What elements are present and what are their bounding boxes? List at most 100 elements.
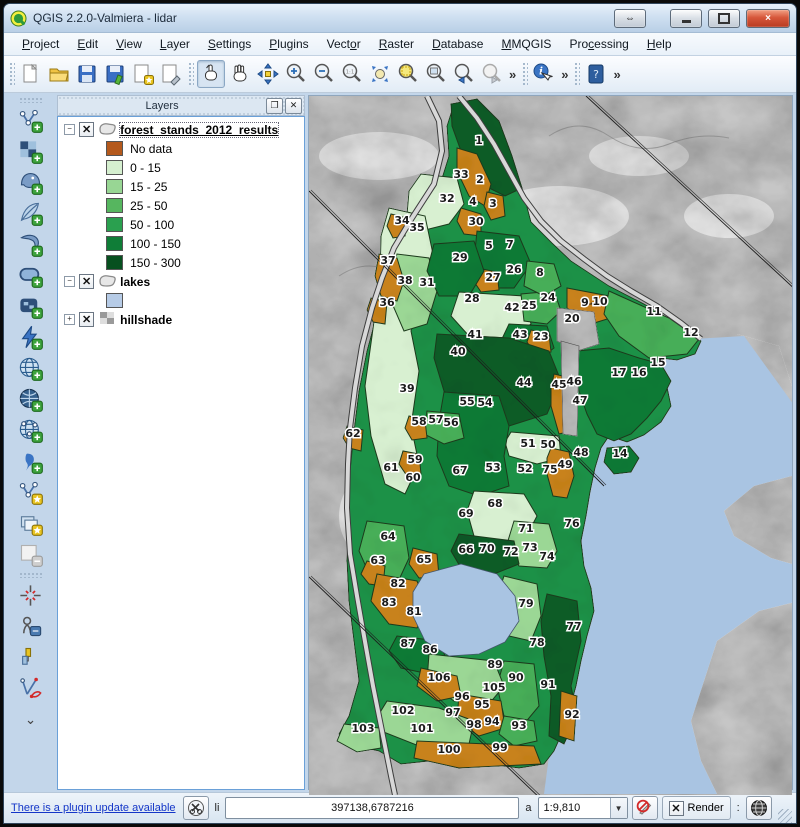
toolbar-grip[interactable] [521,61,528,87]
maximize-button[interactable] [708,9,740,28]
menu-item-raster[interactable]: Raster [371,35,422,53]
layers-panel: Layers ❐ ✕ −✕forest_stands_2012_resultsN… [57,95,305,790]
layer-expander[interactable]: − [64,124,75,135]
menu-item-project[interactable]: Project [14,35,67,53]
add-oracle-layer-icon[interactable] [16,260,46,290]
add-mssql-layer-icon[interactable] [16,229,46,259]
zoom-to-selection-icon[interactable] [395,61,421,87]
open-project-icon[interactable] [46,61,72,87]
add-delimited-text-layer-icon[interactable] [16,446,46,476]
stand-label-38: 38 [397,274,412,287]
layer-visibility-checkbox[interactable]: ✕ [79,122,94,137]
zoom-to-layer-icon[interactable] [423,61,449,87]
identify-features-icon[interactable]: i [531,61,557,87]
crosshair-tool-icon[interactable] [16,580,46,610]
layers-tree[interactable]: −✕forest_stands_2012_resultsNo data0 - 1… [57,116,305,790]
layer-row-hillshade[interactable]: + ✕ hillshade [62,310,304,329]
toolbar-grip[interactable] [573,61,580,87]
add-wms-layer-icon[interactable] [16,353,46,383]
render-checkbox[interactable]: ✕ [669,801,684,816]
zoom-last-icon[interactable] [451,61,477,87]
crs-status-button[interactable] [746,796,772,820]
toolbar-grip[interactable] [18,571,44,578]
layer-name[interactable]: hillshade [120,313,172,327]
render-toggle[interactable]: ✕ Render [662,796,731,820]
add-db2-layer-icon[interactable] [16,291,46,321]
overflow-icon[interactable]: » [558,67,571,82]
layers-panel-title: Layers [58,100,266,112]
help-contents-icon[interactable]: ? [583,61,609,87]
menu-item-processing[interactable]: Processing [561,35,636,53]
toolbar-grip[interactable] [187,61,194,87]
minimize-button[interactable] [670,9,702,28]
zoom-next-icon[interactable] [479,61,505,87]
layer-name[interactable]: lakes [120,275,150,289]
menu-item-view[interactable]: View [108,35,150,53]
layer-name[interactable]: forest_stands_2012_results [120,123,278,137]
pan-to-selection-icon[interactable] [255,61,281,87]
add-raster-layer-icon[interactable] [16,136,46,166]
layers-panel-header[interactable]: Layers ❐ ✕ [57,95,305,116]
add-wfs-layer-icon[interactable] [16,415,46,445]
legend-label: 0 - 15 [130,161,161,175]
layer-visibility-checkbox[interactable]: ✕ [79,274,94,289]
zoom-full-icon[interactable] [367,61,393,87]
new-project-icon[interactable] [18,61,44,87]
layer-expander[interactable]: − [64,276,75,287]
panel-float-button[interactable]: ❐ [266,98,283,114]
menu-item-settings[interactable]: Settings [200,35,259,53]
new-composer-icon[interactable] [130,61,156,87]
render-label: Render [688,802,724,814]
stand-label-98: 98 [466,718,481,731]
toolbar-grip[interactable] [18,96,44,103]
remove-layer-icon[interactable] [16,539,46,569]
add-postgis-layer-icon[interactable] [16,167,46,197]
save-project-as-icon[interactable] [102,61,128,87]
panel-close-button[interactable]: ✕ [285,98,302,114]
geometry-check-tool-icon[interactable] [16,673,46,703]
overflow-icon[interactable]: » [610,67,623,82]
menu-item-edit[interactable]: Edit [69,35,106,53]
menu-item-plugins[interactable]: Plugins [261,35,316,53]
new-temporary-layer-icon[interactable] [16,508,46,538]
pipe-tool-icon[interactable] [16,642,46,672]
add-vector-layer-icon[interactable] [16,105,46,135]
add-spatialite-layer-icon[interactable] [16,198,46,228]
add-wcs-layer-icon[interactable] [16,384,46,414]
touch-zoom-icon[interactable] [197,60,225,88]
menu-item-layer[interactable]: Layer [152,35,198,53]
add-virtual-layer-icon[interactable] [16,322,46,352]
layer-row-lakes[interactable]: −✕ lakes [62,272,304,291]
scale-combobox[interactable]: 1:9,810 ▼ [538,797,628,819]
zoom-native-icon[interactable]: 1:1 [339,61,365,87]
zoom-in-icon[interactable] [283,61,309,87]
composer-manager-icon[interactable] [158,61,184,87]
coordinate-display[interactable]: 397138,6787216 [225,797,519,819]
overflow-icon[interactable]: » [506,67,519,82]
stand-label-36: 36 [379,296,395,309]
map-canvas[interactable]: 1233324334353057293726838273128364225249… [308,95,793,790]
resize-grip[interactable] [778,809,792,823]
menu-item-vector[interactable]: Vector [319,35,369,53]
close-button[interactable]: × [746,9,790,28]
toolbar-grip[interactable] [8,61,15,87]
title-bar[interactable]: QGIS 2.2.0-Valmiera - lidar ⇔ × [4,4,796,33]
layer-visibility-checkbox[interactable]: ✕ [79,312,94,327]
menu-item-mmqgis[interactable]: MMQGIS [493,35,559,53]
scale-dropdown-button[interactable]: ▼ [610,798,627,818]
layer-expander[interactable]: + [64,314,75,325]
annotation-tool-icon[interactable] [16,611,46,641]
menu-item-help[interactable]: Help [639,35,680,53]
layer-row-forest_stands_2012_results[interactable]: −✕ forest_stands_2012_results [62,120,304,139]
plugin-update-link[interactable]: There is a plugin update available [8,800,179,816]
plugin-icon-button[interactable] [183,796,209,820]
new-shapefile-layer-icon[interactable] [16,477,46,507]
menu-item-database[interactable]: Database [424,35,491,53]
zoom-out-icon[interactable] [311,61,337,87]
save-project-icon[interactable] [74,61,100,87]
pan-map-icon[interactable] [227,61,253,87]
window-swap-button[interactable]: ⇔ [614,9,646,28]
stop-render-button[interactable] [632,796,658,820]
more-tools-icon[interactable]: ⌄ [16,704,46,734]
legend-label: No data [130,142,172,156]
